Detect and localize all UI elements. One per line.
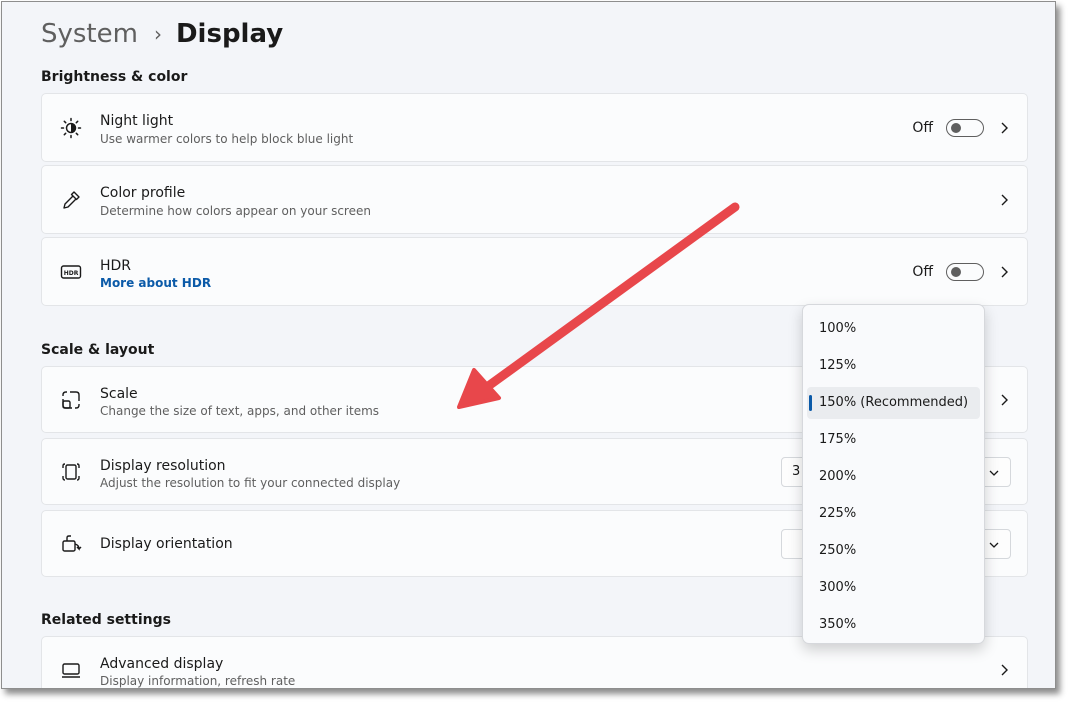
advanced-display-subtitle: Display information, refresh rate (100, 674, 296, 688)
display-resolution-value: 3 (792, 463, 801, 479)
color-profile-title: Color profile (100, 185, 186, 201)
scale-option-250[interactable]: 250% (807, 535, 980, 567)
night-light-subtitle: Use warmer colors to help block blue lig… (100, 132, 354, 146)
hdr-icon: HDR (60, 261, 82, 283)
section-title-scale-layout: Scale & layout (41, 342, 155, 358)
chevron-right-icon (1001, 122, 1008, 133)
chevron-down-icon (989, 470, 999, 476)
display-orientation-title: Display orientation (100, 536, 233, 552)
option-label: 200% (819, 469, 857, 484)
hdr-toggle[interactable] (946, 262, 984, 281)
option-label: 300% (819, 580, 857, 595)
option-label: 225% (819, 506, 857, 521)
section-title-related-settings: Related settings (41, 612, 171, 628)
scale-option-100[interactable]: 100% (807, 313, 980, 345)
hdr-title: HDR (100, 258, 132, 274)
night-light-card[interactable]: Night light Use warmer colors to help bl… (41, 93, 1028, 162)
chevron-down-icon (989, 542, 999, 548)
breadcrumb-system-link[interactable]: System (41, 19, 138, 49)
chevron-right-icon (1001, 664, 1008, 675)
scale-icon (60, 389, 82, 411)
scale-option-300[interactable]: 300% (807, 572, 980, 604)
section-title-brightness: Brightness & color (41, 69, 188, 85)
chevron-right-icon (1001, 394, 1008, 405)
resolution-icon (60, 461, 82, 483)
chevron-right-icon (1001, 266, 1008, 277)
orientation-icon (60, 533, 82, 555)
option-label: 150% (Recommended) (819, 395, 969, 410)
scale-option-150-selected[interactable]: 150% (Recommended) (807, 387, 980, 419)
scale-option-125[interactable]: 125% (807, 350, 980, 382)
scale-option-350[interactable]: 350% (807, 609, 980, 641)
hdr-state: Off (912, 263, 933, 280)
option-label: 125% (819, 358, 857, 373)
more-about-hdr-link[interactable]: More about HDR (100, 276, 211, 290)
night-light-state: Off (912, 119, 933, 136)
scale-option-175[interactable]: 175% (807, 424, 980, 456)
eyedropper-icon (60, 189, 82, 211)
page-title: Display (175, 19, 284, 49)
scale-option-200[interactable]: 200% (807, 461, 980, 493)
color-profile-card[interactable]: Color profile Determine how colors appea… (41, 165, 1028, 234)
option-label: 350% (819, 617, 857, 632)
toggle-knob (951, 266, 961, 277)
svg-text:HDR: HDR (64, 270, 79, 277)
brightness-icon (60, 117, 82, 139)
night-light-toggle[interactable] (946, 118, 984, 137)
toggle-knob (951, 122, 961, 133)
night-light-title: Night light (100, 113, 174, 129)
breadcrumb-separator: › (153, 22, 162, 46)
display-resolution-subtitle: Adjust the resolution to fit your connec… (100, 476, 401, 490)
color-profile-subtitle: Determine how colors appear on your scre… (100, 204, 371, 218)
chevron-right-icon (1001, 194, 1008, 205)
option-label: 100% (819, 321, 857, 336)
settings-window: System › Display Brightness & color Nigh… (1, 1, 1056, 689)
breadcrumb: System › Display (41, 19, 283, 49)
advanced-display-title: Advanced display (100, 656, 224, 672)
hdr-card[interactable]: HDR HDR More about HDR Off (41, 237, 1028, 306)
monitor-icon (60, 659, 82, 681)
display-resolution-title: Display resolution (100, 458, 226, 474)
scale-title: Scale (100, 386, 138, 402)
scale-subtitle: Change the size of text, apps, and other… (100, 404, 380, 418)
scale-dropdown-list: 100% 125% 150% (Recommended) 175% 200% 2… (802, 304, 985, 644)
scale-option-225[interactable]: 225% (807, 498, 980, 530)
option-label: 250% (819, 543, 857, 558)
option-label: 175% (819, 432, 857, 447)
